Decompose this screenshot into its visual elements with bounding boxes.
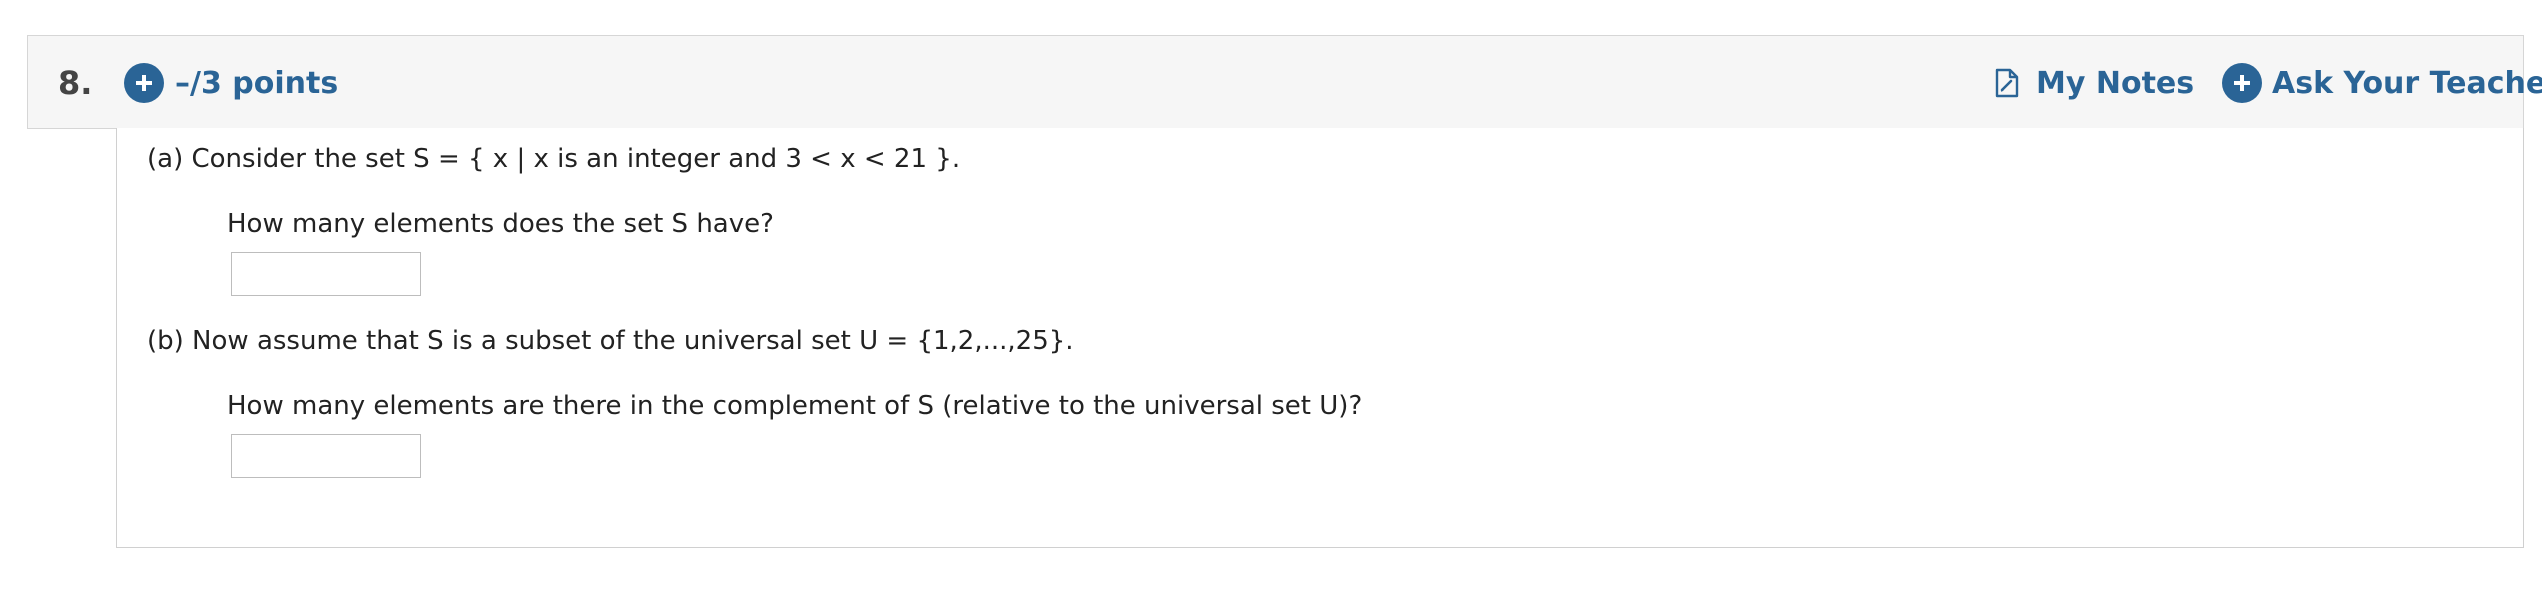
points-toggle[interactable]: –/3 points: [124, 63, 338, 103]
part-b-answer-input[interactable]: [231, 434, 421, 478]
points-label: –/3 points: [175, 65, 339, 101]
notes-document-icon: [1994, 68, 2020, 98]
my-notes-label: My Notes: [2036, 65, 2195, 101]
question-number: 8.: [58, 64, 93, 102]
part-b-statement: (b) Now assume that S is a subset of the…: [147, 326, 1074, 356]
part-a-answer-input[interactable]: [231, 252, 421, 296]
ask-your-teacher-button[interactable]: Ask Your Teacher: [2222, 63, 2542, 103]
part-a-statement: (a) Consider the set S = { x | x is an i…: [147, 144, 961, 174]
plus-circle-icon: [2222, 63, 2262, 103]
my-notes-button[interactable]: My Notes: [1994, 63, 2194, 103]
question-header: 8. –/3 points My Notes Ask Your Teacher: [27, 35, 2542, 129]
part-a-prompt: How many elements does the set S have?: [227, 209, 774, 239]
part-b-prompt: How many elements are there in the compl…: [227, 391, 1363, 421]
plus-circle-icon: [124, 63, 164, 103]
ask-your-teacher-label: Ask Your Teacher: [2272, 65, 2542, 101]
question-body: (a) Consider the set S = { x | x is an i…: [116, 128, 2524, 548]
